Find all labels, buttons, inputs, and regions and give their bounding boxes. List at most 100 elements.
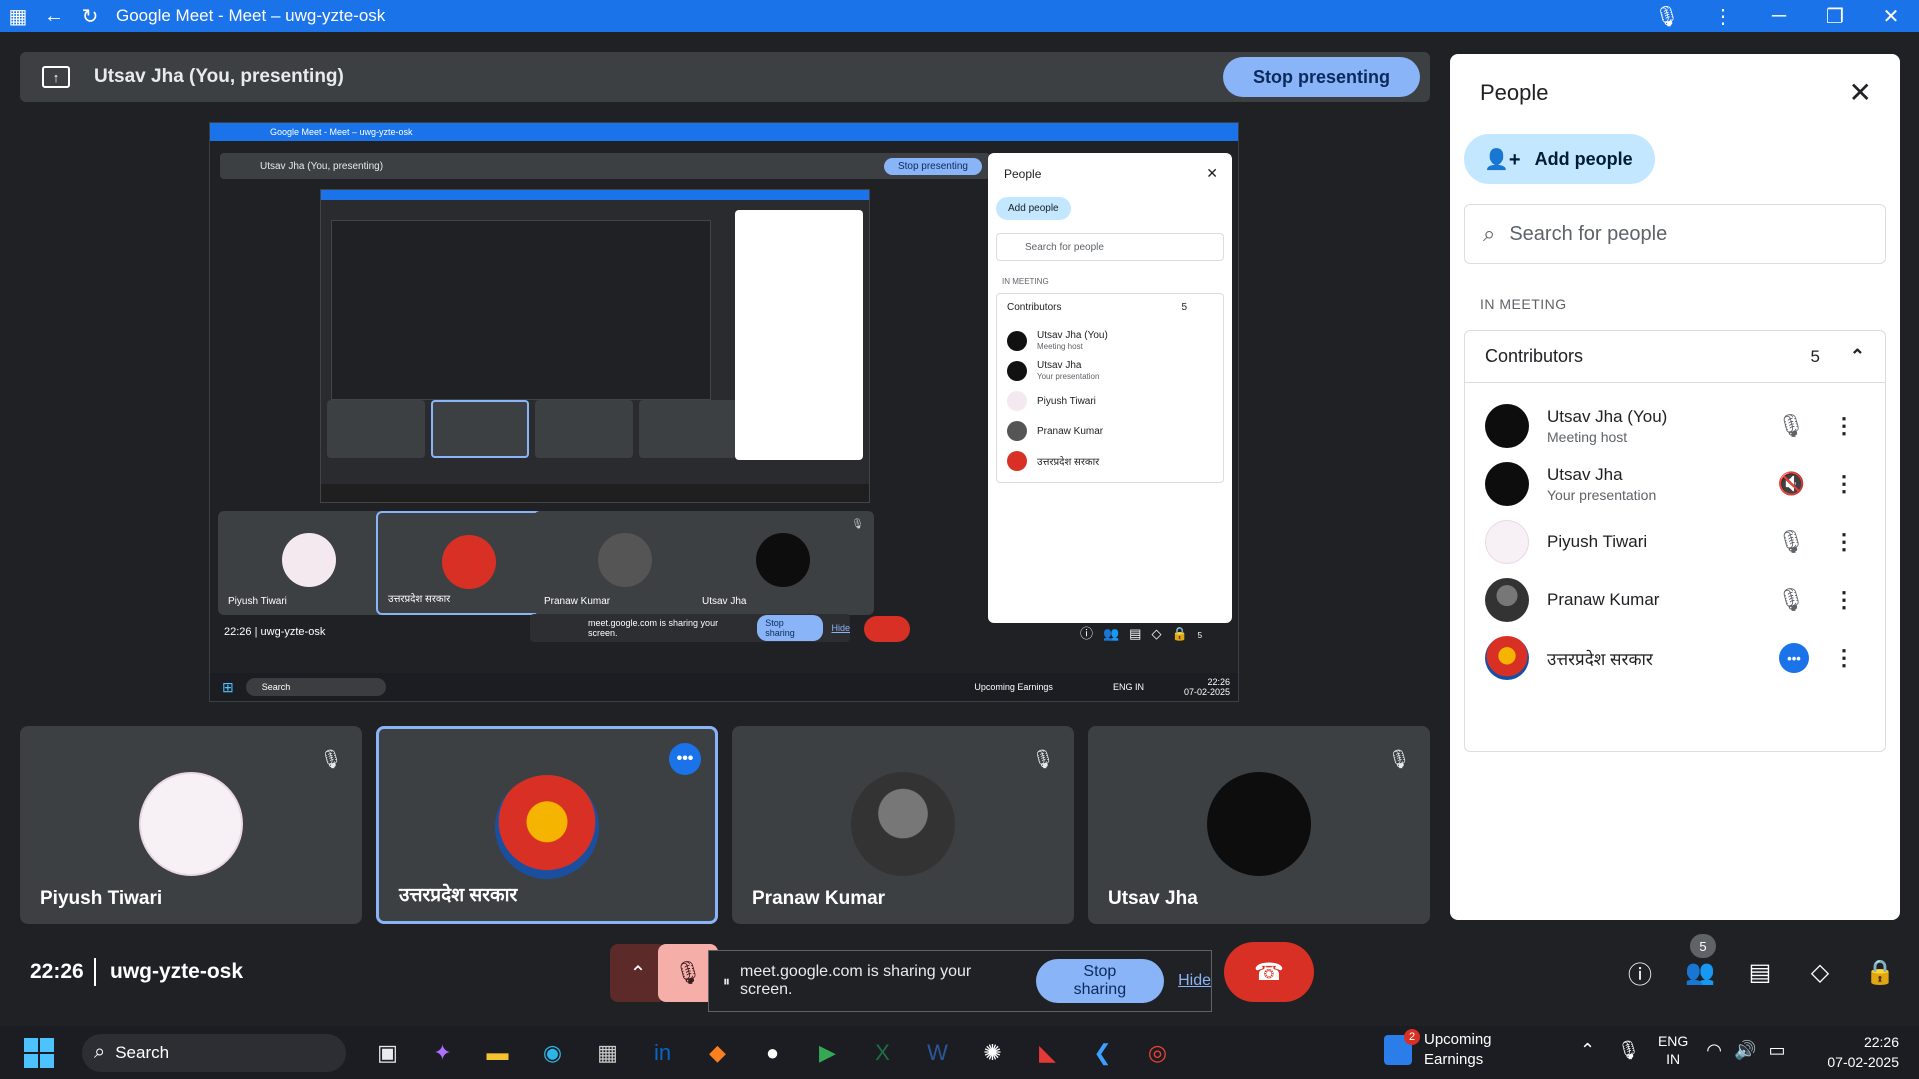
end-call-button[interactable]: ☎ — [1224, 942, 1314, 1002]
shared-tile: 🎙 Pranaw Kumar — [534, 511, 716, 615]
back-arrow-icon[interactable]: ← — [36, 0, 72, 32]
mic-off-icon: 🎙 — [319, 748, 343, 769]
vscode-icon[interactable]: ❮ — [1075, 1031, 1130, 1075]
jetbrains-icon[interactable]: ◆ — [690, 1031, 745, 1075]
piyush-avatar — [139, 772, 243, 876]
stocks-icon: 2 — [1384, 1029, 1420, 1065]
people-icon[interactable]: 👥 5 — [1670, 934, 1730, 994]
info-icon[interactable]: ⓘ — [1610, 950, 1670, 994]
windows-start-icon[interactable] — [24, 1037, 54, 1068]
notification-badge: 2 — [1404, 1029, 1420, 1045]
chatgpt-icon[interactable]: ✺ — [965, 1031, 1020, 1075]
divider — [94, 958, 96, 986]
shared-people-panel: People ✕ Add people Search for people IN… — [988, 153, 1232, 623]
taskbar-search[interactable]: ⌕ Search — [82, 1033, 346, 1072]
volume-icon[interactable]: 🔊 — [1734, 1040, 1756, 1061]
avatar — [1485, 404, 1529, 448]
shared-taskbar: ⊞ Search Upcoming Earnings ENG IN 22:26 … — [210, 673, 1238, 701]
shared-tile: 🎙 Piyush Tiwari — [218, 511, 400, 615]
more-vert-icon[interactable]: ⋮ — [1833, 587, 1855, 613]
hide-link[interactable]: Hide — [1178, 972, 1211, 990]
more-options-icon[interactable]: ••• — [669, 743, 701, 775]
close-window-button[interactable]: ✕ — [1863, 0, 1919, 32]
file-explorer-icon[interactable]: ▬ — [470, 1031, 525, 1075]
contributors-count: 5 — [1810, 346, 1820, 366]
store-icon[interactable]: ▦ — [580, 1031, 635, 1075]
shared-stop-presenting: Stop presenting — [883, 157, 982, 175]
github-icon[interactable]: ● — [745, 1031, 800, 1075]
battery-icon[interactable]: ▭ — [1768, 1040, 1785, 1061]
close-icon[interactable]: ✕ — [1849, 76, 1872, 109]
stop-presenting-button[interactable]: Stop presenting — [1222, 57, 1420, 97]
linkedin-icon[interactable]: in — [635, 1031, 690, 1075]
mic-icon[interactable]: 🎙 — [1639, 0, 1695, 32]
taskbar-clock[interactable]: 22:26 07-02-2025 — [1827, 1032, 1899, 1072]
chrome-icon[interactable]: ◎ — [1130, 1031, 1185, 1075]
up-govt-emblem — [495, 775, 599, 879]
more-vert-icon[interactable]: ⋮ — [1833, 529, 1855, 555]
google-meet-icon[interactable]: ▶ — [800, 1031, 855, 1075]
participant-tile[interactable]: 🎙 Utsav Jha — [1088, 726, 1430, 924]
stop-sharing-button[interactable]: Stop sharing — [1035, 959, 1165, 1003]
more-vert-icon[interactable]: ⋮ — [1833, 413, 1855, 439]
more-vert-icon[interactable]: ⋮ — [1833, 471, 1855, 497]
presenting-label: Utsav Jha (You, presenting) — [94, 66, 344, 87]
participant-tile[interactable]: 🎙 Piyush Tiwari — [20, 726, 362, 924]
reload-icon[interactable]: ↻ — [72, 0, 108, 32]
language-indicator[interactable]: ENG IN — [1658, 1032, 1688, 1068]
add-person-icon: 👤+ — [1484, 148, 1521, 171]
more-options-icon[interactable]: ••• — [1779, 643, 1809, 673]
mic-off-icon: 🎙 — [1777, 529, 1805, 554]
chat-icon[interactable]: ▤ — [1730, 950, 1790, 994]
screen-sharing-notice: ⏸ meet.google.com is sharing your screen… — [708, 950, 1212, 1012]
participant-tile[interactable]: 🎙 Pranaw Kumar — [732, 726, 1074, 924]
chevron-up-icon[interactable]: ⌃ — [1850, 346, 1865, 367]
shared-presenting-bar: Utsav Jha (You, presenting) Stop present… — [220, 153, 990, 179]
excel-icon[interactable]: X — [855, 1031, 910, 1075]
minimize-button[interactable]: ─ — [1751, 0, 1807, 32]
shared-tile: 🎙 Utsav Jha — [692, 511, 874, 615]
avatar — [1485, 636, 1529, 680]
mic-off-icon: 🎙 — [1031, 748, 1055, 769]
wifi-icon[interactable]: ◠ — [1706, 1040, 1722, 1061]
chevron-up-icon[interactable]: ⌃ — [1580, 1040, 1595, 1061]
shared-end-call — [864, 616, 910, 642]
contributors-header[interactable]: Contributors 5 ⌃ — [1465, 331, 1885, 383]
window-title: Google Meet - Meet – uwg-yzte-osk — [116, 6, 386, 25]
list-item: Pranaw Kumar — [1007, 416, 1207, 446]
avatar — [1485, 520, 1529, 564]
maximize-button[interactable]: ❐ — [1807, 0, 1863, 32]
presenting-bar: ↑ Utsav Jha (You, presenting) Stop prese… — [20, 52, 1430, 102]
list-item[interactable]: उत्तरप्रदेश सरकार ••• ⋮ — [1465, 623, 1885, 693]
copilot-icon[interactable]: ✦ — [415, 1031, 470, 1075]
up-govt-emblem — [442, 535, 496, 589]
edge-icon[interactable]: ◉ — [525, 1031, 580, 1075]
list-item: Piyush Tiwari — [1007, 386, 1207, 416]
meeting-code: uwg-yzte-osk — [110, 960, 244, 983]
weather-widget[interactable]: 2 Upcoming Earnings — [1384, 1029, 1492, 1070]
add-people-button[interactable]: 👤+ Add people — [1464, 134, 1655, 184]
host-controls-icon[interactable]: 🔒 — [1850, 950, 1910, 994]
list-item: Utsav Jha Your presentation — [1007, 356, 1207, 386]
present-screen-icon: ↑ — [42, 66, 70, 88]
search-input[interactable] — [1509, 222, 1850, 246]
more-vert-icon[interactable]: ⋮ — [1695, 0, 1751, 32]
word-icon[interactable]: W — [910, 1031, 965, 1075]
search-people-field[interactable]: ⌕ — [1464, 204, 1886, 264]
acrobat-icon[interactable]: ◣ — [1020, 1031, 1075, 1075]
drag-handle-icon[interactable]: ⏸ — [723, 973, 730, 990]
shared-meet-icons: ⓘ👥▤◇🔒5 — [1080, 626, 1203, 641]
close-icon: ✕ — [1206, 165, 1218, 181]
participant-tile[interactable]: ••• उत्तरप्रदेश सरकार — [376, 726, 718, 924]
more-vert-icon[interactable]: ⋮ — [1833, 645, 1855, 671]
mic-icon[interactable]: 🎙 — [1617, 1040, 1640, 1061]
volume-off-icon: 🔇 — [1777, 471, 1805, 496]
contributors-list: Contributors 5 ⌃ Utsav Jha (You) Meeting … — [1464, 330, 1886, 752]
activities-icon[interactable]: ◇ — [1790, 950, 1850, 994]
task-view-icon[interactable]: ▣ — [360, 1031, 415, 1075]
shared-screen-preview: Google Meet - Meet – uwg-yzte-osk Utsav … — [209, 122, 1239, 702]
nested-screen-preview — [320, 189, 870, 503]
search-icon: ⌕ — [1483, 221, 1496, 246]
shared-sharing-notice: meet.google.com is sharing your screen. … — [530, 614, 850, 642]
utsav-avatar — [1207, 772, 1311, 876]
